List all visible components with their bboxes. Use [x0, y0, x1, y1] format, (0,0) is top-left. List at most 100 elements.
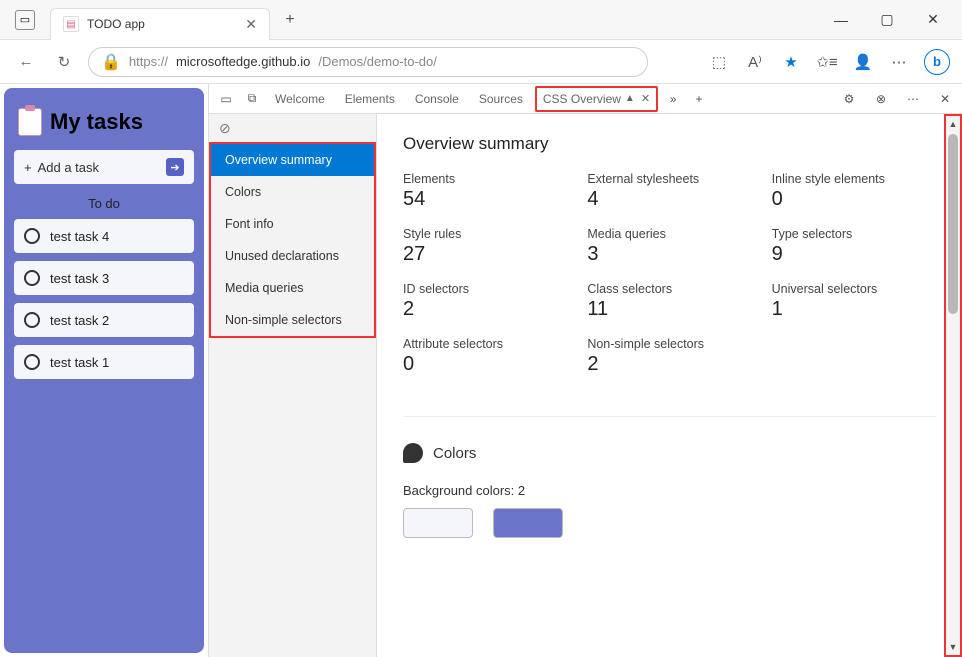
devtools-tab-elements[interactable]: Elements — [337, 86, 403, 112]
sidebar-item-font-info[interactable]: Font info — [211, 208, 374, 240]
stat-label: ID selectors — [403, 282, 567, 296]
favorites-bar-icon[interactable]: ✩≡ — [816, 51, 838, 73]
close-devtools-icon[interactable]: ✕ — [934, 92, 956, 106]
add-task-label: Add a task — [38, 160, 99, 175]
sidebar-item-unused-declarations[interactable]: Unused declarations — [211, 240, 374, 272]
close-window-button[interactable]: ✕ — [918, 5, 948, 35]
css-overview-main: Overview summary Elements54 External styl… — [377, 114, 962, 657]
more-tabs-icon[interactable]: » — [662, 92, 684, 106]
stat-type-selectors: Type selectors 9 — [772, 227, 936, 266]
palette-icon — [403, 443, 423, 463]
profile-icon[interactable]: 👤 — [852, 51, 874, 73]
url-input[interactable]: 🔒 https://microsoftedge.github.io/Demos/… — [88, 47, 648, 77]
task-item[interactable]: test task 3 — [14, 261, 194, 295]
devtools-tab-console[interactable]: Console — [407, 86, 467, 112]
favorite-icon[interactable]: ★ — [780, 51, 802, 73]
inspect-icon[interactable]: ▭ — [215, 92, 237, 106]
stat-value: 27 — [403, 243, 567, 266]
issues-icon[interactable]: ⊗ — [870, 92, 892, 106]
task-item[interactable]: test task 1 — [14, 345, 194, 379]
read-aloud-icon[interactable]: A⁾ — [744, 51, 766, 73]
stat-elements: Elements54 — [403, 172, 567, 211]
stat-class-selectors: Class selectors 11 — [587, 282, 751, 321]
todo-section-label: To do — [14, 196, 194, 211]
task-checkbox[interactable] — [24, 270, 40, 286]
stat-label: Media queries — [587, 227, 751, 241]
scrollbar[interactable]: ▲ ▼ — [944, 114, 962, 657]
scroll-up-icon[interactable]: ▲ — [949, 116, 958, 132]
color-swatch[interactable] — [403, 508, 473, 538]
clear-icon[interactable]: ⊘ — [209, 114, 376, 142]
scroll-down-icon[interactable]: ▼ — [949, 639, 958, 655]
colors-heading: Colors — [433, 445, 476, 462]
new-tab-button[interactable]: + — [276, 6, 304, 34]
task-checkbox[interactable] — [24, 354, 40, 370]
device-icon[interactable]: ⧉ — [241, 91, 263, 106]
devtools-tab-welcome[interactable]: Welcome — [267, 86, 333, 112]
minimize-button[interactable]: — — [826, 5, 856, 35]
url-protocol: https:// — [129, 54, 168, 69]
shopping-icon[interactable]: ⬚ — [708, 51, 730, 73]
sidebar-item-colors[interactable]: Colors — [211, 176, 374, 208]
scroll-thumb[interactable] — [948, 134, 958, 314]
close-tab-icon[interactable]: ✕ — [641, 92, 650, 105]
lock-icon: 🔒 — [101, 52, 121, 72]
stat-value: 0 — [772, 188, 936, 211]
sidebar-item-overview-summary[interactable]: Overview summary — [211, 144, 374, 176]
overview-heading: Overview summary — [403, 134, 936, 154]
todo-app: My tasks + Add a task ➔ To do test task … — [4, 88, 204, 653]
stat-label: Attribute selectors — [403, 337, 567, 351]
submit-icon[interactable]: ➔ — [166, 158, 184, 176]
stat-value: 2 — [403, 298, 567, 321]
stat-external-stylesheets: External stylesheets4 — [587, 172, 751, 211]
stat-label: Elements — [403, 172, 567, 186]
stat-value: 9 — [772, 243, 936, 266]
task-label: test task 1 — [50, 355, 109, 370]
browser-tab[interactable]: ▤ TODO app ✕ — [50, 8, 270, 40]
task-item[interactable]: test task 2 — [14, 303, 194, 337]
refresh-button[interactable]: ↻ — [50, 48, 78, 76]
task-label: test task 4 — [50, 229, 109, 244]
task-label: test task 3 — [50, 271, 109, 286]
stat-attribute-selectors: Attribute selectors 0 — [403, 337, 567, 376]
color-swatch[interactable] — [493, 508, 563, 538]
sidebar-item-media-queries[interactable]: Media queries — [211, 272, 374, 304]
stat-label: Non-simple selectors — [587, 337, 751, 351]
devtools-tab-css-overview[interactable]: CSS Overview▲✕ — [535, 86, 658, 112]
add-task-input[interactable]: + Add a task ➔ — [14, 150, 194, 184]
window-titlebar: ▭ ▤ TODO app ✕ + — ▢ ✕ — [0, 0, 962, 40]
stat-label: Inline style elements — [772, 172, 936, 186]
stat-value: 0 — [403, 353, 567, 376]
back-button[interactable]: ← — [12, 48, 40, 76]
stat-style-rules: Style rules 27 — [403, 227, 567, 266]
stat-value: 4 — [587, 188, 751, 211]
maximize-button[interactable]: ▢ — [872, 5, 902, 35]
stat-label: Type selectors — [772, 227, 936, 241]
stat-inline-style-elements: Inline style elements 0 — [772, 172, 936, 211]
stat-id-selectors: ID selectors 2 — [403, 282, 567, 321]
task-checkbox[interactable] — [24, 312, 40, 328]
stat-label: Universal selectors — [772, 282, 936, 296]
task-item[interactable]: test task 4 — [14, 219, 194, 253]
devtools-menu-icon[interactable]: ⋯ — [902, 92, 924, 106]
stat-media-queries: Media queries 3 — [587, 227, 751, 266]
sidebar-item-non-simple-selectors[interactable]: Non-simple selectors — [211, 304, 374, 336]
task-checkbox[interactable] — [24, 228, 40, 244]
stat-value: 3 — [587, 243, 751, 266]
stat-label: Style rules — [403, 227, 567, 241]
css-overview-sidebar: ⊘ Overview summaryColorsFont infoUnused … — [209, 114, 377, 657]
devtools-tab-sources[interactable]: Sources — [471, 86, 531, 112]
menu-icon[interactable]: ⋯ — [888, 51, 910, 73]
bing-icon[interactable]: b — [924, 49, 950, 75]
stat-value: 11 — [587, 298, 751, 321]
tab-actions-icon[interactable]: ▭ — [0, 10, 50, 30]
add-tab-icon[interactable]: + — [688, 92, 710, 106]
devtools-tabs: ▭ ⧉ WelcomeElementsConsoleSourcesCSS Ove… — [209, 84, 962, 114]
close-tab-icon[interactable]: ✕ — [245, 16, 257, 33]
settings-icon[interactable]: ⚙ — [838, 92, 860, 106]
devtools-panel: ▭ ⧉ WelcomeElementsConsoleSourcesCSS Ove… — [208, 84, 962, 657]
todo-title: My tasks — [50, 109, 143, 135]
address-bar: ← ↻ 🔒 https://microsoftedge.github.io/De… — [0, 40, 962, 84]
stat-label: Class selectors — [587, 282, 751, 296]
clipboard-icon — [18, 108, 42, 136]
